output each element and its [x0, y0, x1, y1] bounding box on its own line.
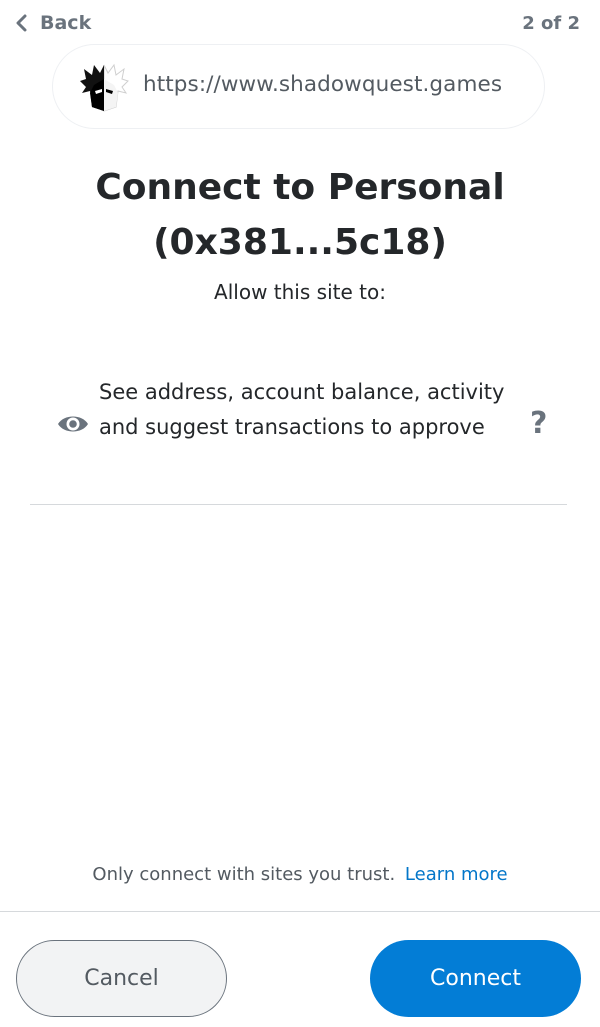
step-indicator: 2 of 2 [522, 13, 580, 34]
footer-divider [0, 911, 600, 912]
page-title-line1: Connect to Personal [95, 167, 505, 208]
trust-notice: Only connect with sites you trust. Learn… [0, 864, 600, 885]
permissions-subtitle: Allow this site to: [214, 280, 386, 304]
back-button[interactable]: Back [14, 12, 91, 34]
page-title: Connect to Personal (0x381...5c18) [0, 160, 600, 270]
eye-icon [58, 416, 88, 432]
permission-description: See address, account balance, activity a… [99, 380, 505, 439]
divider [30, 504, 567, 505]
site-url: https://www.shadowquest.games [143, 72, 503, 97]
back-label: Back [40, 12, 92, 34]
permission-item: See address, account balance, activity a… [56, 372, 556, 482]
shadowquest-favicon [80, 63, 129, 112]
cancel-button[interactable]: Cancel [16, 940, 227, 1017]
question-icon[interactable]: ? [530, 406, 547, 441]
page-title-line2: (0x381...5c18) [153, 222, 447, 263]
connect-button[interactable]: Connect [370, 940, 581, 1017]
top-bar: Back 2 of 2 [0, 0, 600, 50]
learn-more-link[interactable]: Learn more [405, 864, 508, 885]
trust-text: Only connect with sites you trust. [92, 864, 396, 885]
chevron-left-icon [16, 14, 27, 32]
site-origin-pill: https://www.shadowquest.games [52, 44, 545, 129]
